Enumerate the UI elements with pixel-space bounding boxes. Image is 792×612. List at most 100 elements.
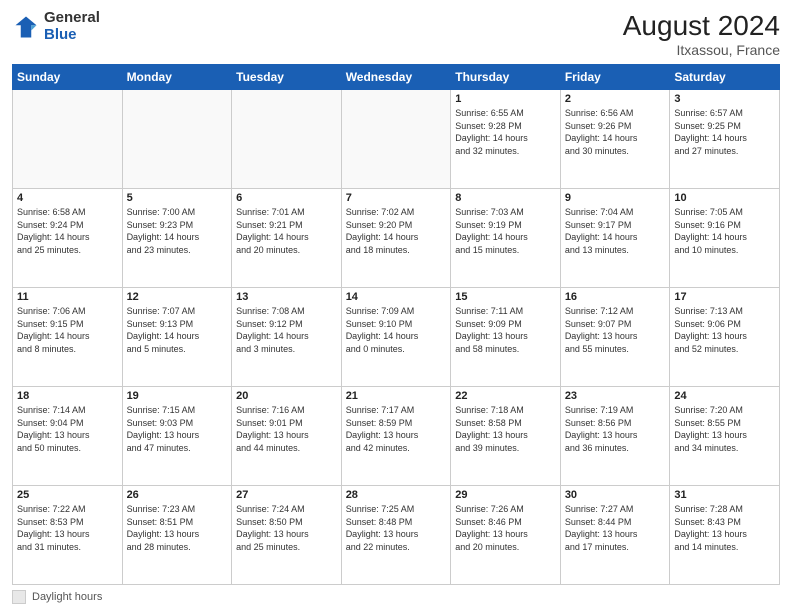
- col-header-saturday: Saturday: [670, 65, 780, 90]
- calendar-cell: 12 Sunrise: 7:07 AM Sunset: 9:13 PM Dayli…: [122, 288, 232, 387]
- day-number: 1: [455, 93, 556, 105]
- day-info: Sunrise: 7:01 AM Sunset: 9:21 PM Dayligh…: [236, 206, 337, 256]
- day-info: Sunrise: 7:04 AM Sunset: 9:17 PM Dayligh…: [565, 206, 666, 256]
- col-header-friday: Friday: [560, 65, 670, 90]
- month-year: August 2024: [623, 10, 780, 42]
- day-info: Sunrise: 7:07 AM Sunset: 9:13 PM Dayligh…: [127, 305, 228, 355]
- day-info: Sunrise: 7:03 AM Sunset: 9:19 PM Dayligh…: [455, 206, 556, 256]
- day-number: 25: [17, 489, 118, 501]
- calendar-cell: [341, 90, 451, 189]
- day-number: 10: [674, 192, 775, 204]
- day-info: Sunrise: 6:56 AM Sunset: 9:26 PM Dayligh…: [565, 107, 666, 157]
- logo-text: General Blue: [44, 10, 100, 43]
- calendar-cell: 16Sunrise: 7:12 AM Sunset: 9:07 PM Dayli…: [560, 288, 670, 387]
- day-info: Sunrise: 7:19 AM Sunset: 8:56 PM Dayligh…: [565, 404, 666, 454]
- col-header-wednesday: Wednesday: [341, 65, 451, 90]
- day-info: Sunrise: 7:25 AM Sunset: 8:48 PM Dayligh…: [346, 503, 447, 553]
- calendar-cell: 15 Sunrise: 7:11 AM Sunset: 9:09 PM Dayli…: [451, 288, 561, 387]
- title-block: August 2024 Itxassou, France: [623, 10, 780, 58]
- calendar-cell: 13Sunrise: 7:08 AM Sunset: 9:12 PM Dayli…: [232, 288, 342, 387]
- day-number: 9: [565, 192, 666, 204]
- day-number: 20: [236, 390, 337, 402]
- location: Itxassou, France: [623, 42, 780, 58]
- day-number: 26: [127, 489, 228, 501]
- day-number: 30: [565, 489, 666, 501]
- day-number: 12: [127, 291, 228, 303]
- calendar-cell: 22 Sunrise: 7:18 AM Sunset: 8:58 PM Dayli…: [451, 387, 561, 486]
- header: General Blue August 2024 Itxassou, Franc…: [12, 10, 780, 58]
- day-info: Sunrise: 7:23 AM Sunset: 8:51 PM Dayligh…: [127, 503, 228, 553]
- calendar-cell: 9 Sunrise: 7:04 AM Sunset: 9:17 PM Daylig…: [560, 189, 670, 288]
- day-number: 5: [127, 192, 228, 204]
- calendar-cell: 11 Sunrise: 7:06 AM Sunset: 9:15 PM Dayli…: [13, 288, 123, 387]
- day-info: Sunrise: 7:22 AM Sunset: 8:53 PM Dayligh…: [17, 503, 118, 553]
- calendar-week-4: 18Sunrise: 7:14 AM Sunset: 9:04 PM Dayli…: [13, 387, 780, 486]
- logo: General Blue: [12, 10, 100, 43]
- calendar-cell: 6 Sunrise: 7:01 AM Sunset: 9:21 PM Daylig…: [232, 189, 342, 288]
- day-info: Sunrise: 7:06 AM Sunset: 9:15 PM Dayligh…: [17, 305, 118, 355]
- day-info: Sunrise: 7:02 AM Sunset: 9:20 PM Dayligh…: [346, 206, 447, 256]
- day-number: 13: [236, 291, 337, 303]
- day-info: Sunrise: 7:24 AM Sunset: 8:50 PM Dayligh…: [236, 503, 337, 553]
- calendar-cell: [13, 90, 123, 189]
- day-number: 22: [455, 390, 556, 402]
- calendar-cell: 28 Sunrise: 7:25 AM Sunset: 8:48 PM Dayli…: [341, 486, 451, 585]
- day-info: Sunrise: 7:18 AM Sunset: 8:58 PM Dayligh…: [455, 404, 556, 454]
- page: General Blue August 2024 Itxassou, Franc…: [0, 0, 792, 612]
- calendar-table: SundayMondayTuesdayWednesdayThursdayFrid…: [12, 64, 780, 585]
- day-info: Sunrise: 7:09 AM Sunset: 9:10 PM Dayligh…: [346, 305, 447, 355]
- day-info: Sunrise: 7:11 AM Sunset: 9:09 PM Dayligh…: [455, 305, 556, 355]
- calendar-cell: [122, 90, 232, 189]
- col-header-thursday: Thursday: [451, 65, 561, 90]
- day-info: Sunrise: 7:05 AM Sunset: 9:16 PM Dayligh…: [674, 206, 775, 256]
- calendar-cell: 23Sunrise: 7:19 AM Sunset: 8:56 PM Dayli…: [560, 387, 670, 486]
- col-header-monday: Monday: [122, 65, 232, 90]
- calendar-cell: 18Sunrise: 7:14 AM Sunset: 9:04 PM Dayli…: [13, 387, 123, 486]
- day-number: 3: [674, 93, 775, 105]
- calendar: SundayMondayTuesdayWednesdayThursdayFrid…: [12, 64, 780, 585]
- calendar-cell: 24Sunrise: 7:20 AM Sunset: 8:55 PM Dayli…: [670, 387, 780, 486]
- day-number: 16: [565, 291, 666, 303]
- logo-general: General: [44, 9, 100, 26]
- calendar-cell: 26 Sunrise: 7:23 AM Sunset: 8:51 PM Dayli…: [122, 486, 232, 585]
- day-info: Sunrise: 7:27 AM Sunset: 8:44 PM Dayligh…: [565, 503, 666, 553]
- calendar-week-2: 4 Sunrise: 6:58 AM Sunset: 9:24 PM Daylig…: [13, 189, 780, 288]
- calendar-cell: 19Sunrise: 7:15 AM Sunset: 9:03 PM Dayli…: [122, 387, 232, 486]
- logo-blue: Blue: [44, 26, 77, 43]
- day-number: 27: [236, 489, 337, 501]
- col-header-tuesday: Tuesday: [232, 65, 342, 90]
- day-info: Sunrise: 7:15 AM Sunset: 9:03 PM Dayligh…: [127, 404, 228, 454]
- day-number: 8: [455, 192, 556, 204]
- calendar-cell: 7Sunrise: 7:02 AM Sunset: 9:20 PM Daylig…: [341, 189, 451, 288]
- calendar-week-3: 11 Sunrise: 7:06 AM Sunset: 9:15 PM Dayli…: [13, 288, 780, 387]
- calendar-cell: 25 Sunrise: 7:22 AM Sunset: 8:53 PM Dayli…: [13, 486, 123, 585]
- day-info: Sunrise: 6:55 AM Sunset: 9:28 PM Dayligh…: [455, 107, 556, 157]
- calendar-cell: 4 Sunrise: 6:58 AM Sunset: 9:24 PM Daylig…: [13, 189, 123, 288]
- calendar-cell: 1 Sunrise: 6:55 AM Sunset: 9:28 PM Daylig…: [451, 90, 561, 189]
- day-number: 15: [455, 291, 556, 303]
- calendar-cell: 10 Sunrise: 7:05 AM Sunset: 9:16 PM Dayli…: [670, 189, 780, 288]
- day-number: 6: [236, 192, 337, 204]
- day-info: Sunrise: 7:26 AM Sunset: 8:46 PM Dayligh…: [455, 503, 556, 553]
- day-number: 11: [17, 291, 118, 303]
- calendar-cell: 5Sunrise: 7:00 AM Sunset: 9:23 PM Daylig…: [122, 189, 232, 288]
- day-info: Sunrise: 7:20 AM Sunset: 8:55 PM Dayligh…: [674, 404, 775, 454]
- day-info: Sunrise: 7:13 AM Sunset: 9:06 PM Dayligh…: [674, 305, 775, 355]
- calendar-week-5: 25 Sunrise: 7:22 AM Sunset: 8:53 PM Dayli…: [13, 486, 780, 585]
- day-info: Sunrise: 7:28 AM Sunset: 8:43 PM Dayligh…: [674, 503, 775, 553]
- day-number: 31: [674, 489, 775, 501]
- daylight-box: [12, 590, 26, 604]
- day-number: 4: [17, 192, 118, 204]
- calendar-cell: 29 Sunrise: 7:26 AM Sunset: 8:46 PM Dayli…: [451, 486, 561, 585]
- day-number: 21: [346, 390, 447, 402]
- calendar-cell: 14Sunrise: 7:09 AM Sunset: 9:10 PM Dayli…: [341, 288, 451, 387]
- calendar-cell: 21Sunrise: 7:17 AM Sunset: 8:59 PM Dayli…: [341, 387, 451, 486]
- day-number: 2: [565, 93, 666, 105]
- day-number: 29: [455, 489, 556, 501]
- day-info: Sunrise: 6:57 AM Sunset: 9:25 PM Dayligh…: [674, 107, 775, 157]
- day-number: 18: [17, 390, 118, 402]
- day-info: Sunrise: 6:58 AM Sunset: 9:24 PM Dayligh…: [17, 206, 118, 256]
- calendar-cell: 3 Sunrise: 6:57 AM Sunset: 9:25 PM Daylig…: [670, 90, 780, 189]
- day-number: 28: [346, 489, 447, 501]
- day-info: Sunrise: 7:16 AM Sunset: 9:01 PM Dayligh…: [236, 404, 337, 454]
